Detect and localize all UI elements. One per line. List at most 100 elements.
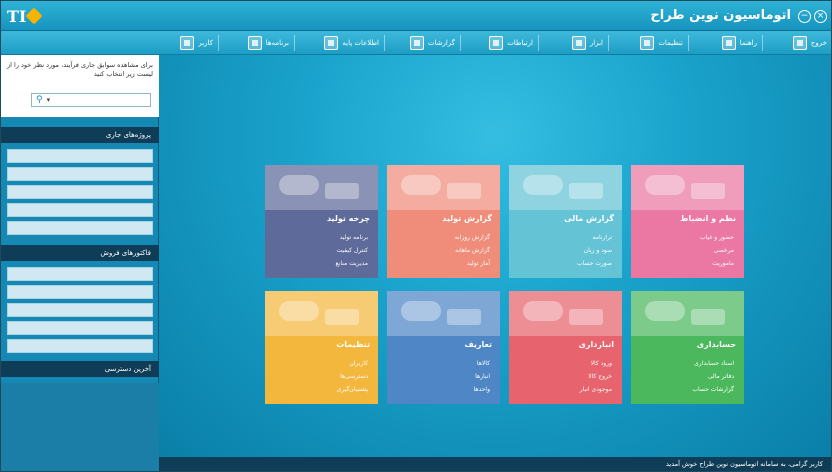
toolbar-item-label: اطلاعات پایه <box>342 39 379 47</box>
settings-icon <box>640 36 655 50</box>
toolbar-item-label: ارتباطات <box>507 39 533 47</box>
tile-link[interactable]: مرخصی <box>700 244 734 257</box>
tile-link[interactable]: سود و زیان <box>577 244 612 257</box>
select-caret-icon: ▾ <box>46 96 51 104</box>
app-logo: TI <box>7 5 47 27</box>
tile-link[interactable]: ترازنامه <box>577 231 612 244</box>
tile-link[interactable]: کنترل کیفیت <box>335 244 368 257</box>
tile-link[interactable]: خروج کالا <box>580 370 612 383</box>
logo-shape-icon <box>25 7 43 25</box>
dashboard: چرخه تولید برنامه تولید کنترل کیفیت مدیر… <box>159 55 831 457</box>
tile-links: کالاها انبارها واحدها <box>474 357 490 396</box>
tile-discipline[interactable]: نظم و انضباط حضور و غیاب مرخصی ماموریت <box>631 165 744 278</box>
sidebar-intro-box: برای مشاهده سوابق جاری فرآیند، مورد نظر … <box>1 55 159 117</box>
user-icon <box>180 36 195 50</box>
tile-link[interactable]: دسترسی‌ها <box>337 370 368 383</box>
tile-link[interactable]: ورود کالا <box>580 357 612 370</box>
tile-accounting[interactable]: حسابداری اسناد حسابداری دفاتر مالی گزارش… <box>631 291 744 404</box>
tile-link[interactable]: کاربران <box>337 357 368 370</box>
toolbar-separator <box>384 35 385 51</box>
toolbar-item-user[interactable]: کاربر <box>180 34 213 52</box>
minimize-button[interactable]: − <box>798 10 811 23</box>
tile-settings[interactable]: تنظیمات کاربران دسترسی‌ها پشتیبان‌گیری <box>265 291 378 404</box>
tile-link[interactable]: گزارشات حساب <box>692 383 734 396</box>
tile-link[interactable]: دفاتر مالی <box>692 370 734 383</box>
tile-link[interactable]: حضور و غیاب <box>700 231 734 244</box>
toolbar-item-programs[interactable]: برنامه‌ها <box>247 34 289 52</box>
tile-image <box>387 165 500 210</box>
tile-link[interactable]: مدیریت منابع <box>335 257 368 270</box>
toolbar-separator <box>762 35 763 51</box>
list-item[interactable] <box>7 221 153 235</box>
tile-link[interactable]: واحدها <box>474 383 490 396</box>
toolbar-item-label: تنظیمات <box>658 39 683 47</box>
tile-link[interactable]: پشتیبان‌گیری <box>337 383 368 396</box>
toolbar-item-base-info[interactable]: اطلاعات پایه <box>324 34 379 52</box>
list-item[interactable] <box>7 339 153 353</box>
toolbar-item-help[interactable]: راهنما <box>721 34 757 52</box>
tile-production-report[interactable]: گزارش تولید گزارش روزانه گزارش ماهانه آم… <box>387 165 500 278</box>
tile-image <box>387 291 500 336</box>
tile-links: حضور و غیاب مرخصی ماموریت <box>700 231 734 270</box>
toolbar-separator <box>218 35 219 51</box>
list-item[interactable] <box>7 185 153 199</box>
toolbar-item-settings[interactable]: تنظیمات <box>640 34 683 52</box>
toolbar-item-exit[interactable]: خروج <box>792 34 827 52</box>
toolbar-item-label: کاربر <box>198 39 213 47</box>
tile-link[interactable]: کالاها <box>474 357 490 370</box>
tile-link[interactable]: انبارها <box>474 370 490 383</box>
tile-link[interactable]: آمار تولید <box>455 257 490 270</box>
process-select[interactable]: ⚲ ▾ <box>31 93 151 107</box>
tile-image <box>509 165 622 210</box>
logo-mark: TI <box>7 6 27 26</box>
list-item[interactable] <box>7 167 153 181</box>
tile-links: گزارش روزانه گزارش ماهانه آمار تولید <box>455 231 490 270</box>
close-button[interactable]: × <box>814 10 827 23</box>
list-item[interactable] <box>7 267 153 281</box>
panel-header-current-projects[interactable]: پروژه‌های جاری <box>1 127 159 143</box>
toolbar-item-communications[interactable]: ارتباطات <box>489 34 533 52</box>
tile-title: نظم و انضباط <box>680 214 736 223</box>
toolbar-separator <box>688 35 689 51</box>
search-icon: ⚲ <box>36 95 43 105</box>
tile-links: برنامه تولید کنترل کیفیت مدیریت منابع <box>335 231 368 270</box>
toolbar-separator <box>460 35 461 51</box>
list-item[interactable] <box>7 303 153 317</box>
status-bar: کاربر گرامی، به سامانه اتوماسیون نوین طر… <box>159 457 831 471</box>
app-window: TI اتوماسیون نوین طراح − × خروج راهنما ت… <box>0 0 832 472</box>
tile-links: ورود کالا خروج کالا موجودی انبار <box>580 357 612 396</box>
help-icon <box>721 36 736 50</box>
tile-image <box>509 291 622 336</box>
tile-production-cycle[interactable]: چرخه تولید برنامه تولید کنترل کیفیت مدیر… <box>265 165 378 278</box>
panel-header-recent-access[interactable]: آخرین دسترسی <box>1 361 159 377</box>
app-title: اتوماسیون نوین طراح <box>650 8 791 23</box>
tile-link[interactable]: ماموریت <box>700 257 734 270</box>
panel-header-sales-invoices[interactable]: فاکتورهای فروش <box>1 245 159 261</box>
tile-link[interactable]: گزارش روزانه <box>455 231 490 244</box>
tile-title: حسابداری <box>696 340 736 349</box>
communications-icon <box>489 36 504 50</box>
tile-link[interactable]: صورت حساب <box>577 257 612 270</box>
list-item[interactable] <box>7 285 153 299</box>
tile-financial-report[interactable]: گزارش مالی ترازنامه سود و زیان صورت حساب <box>509 165 622 278</box>
toolbar: خروج راهنما تنظیمات ابزار ارتباطات گزارش… <box>1 31 831 55</box>
tile-link[interactable]: اسناد حسابداری <box>692 357 734 370</box>
tile-definitions[interactable]: تعاریف کالاها انبارها واحدها <box>387 291 500 404</box>
list-item[interactable] <box>7 149 153 163</box>
database-icon <box>324 36 339 50</box>
tile-link[interactable]: برنامه تولید <box>335 231 368 244</box>
toolbar-item-label: خروج <box>810 39 827 47</box>
toolbar-separator <box>538 35 539 51</box>
toolbar-separator <box>608 35 609 51</box>
list-item[interactable] <box>7 203 153 217</box>
programs-icon <box>247 36 262 50</box>
tile-title: انبارداری <box>578 340 614 349</box>
tile-warehousing[interactable]: انبارداری ورود کالا خروج کالا موجودی انب… <box>509 291 622 404</box>
list-item[interactable] <box>7 321 153 335</box>
tile-link[interactable]: گزارش ماهانه <box>455 244 490 257</box>
toolbar-item-reports[interactable]: گزارشات <box>409 34 455 52</box>
tile-link[interactable]: موجودی انبار <box>580 383 612 396</box>
toolbar-item-tools[interactable]: ابزار <box>571 34 603 52</box>
tile-title: گزارش مالی <box>564 214 614 223</box>
exit-icon <box>792 36 807 50</box>
